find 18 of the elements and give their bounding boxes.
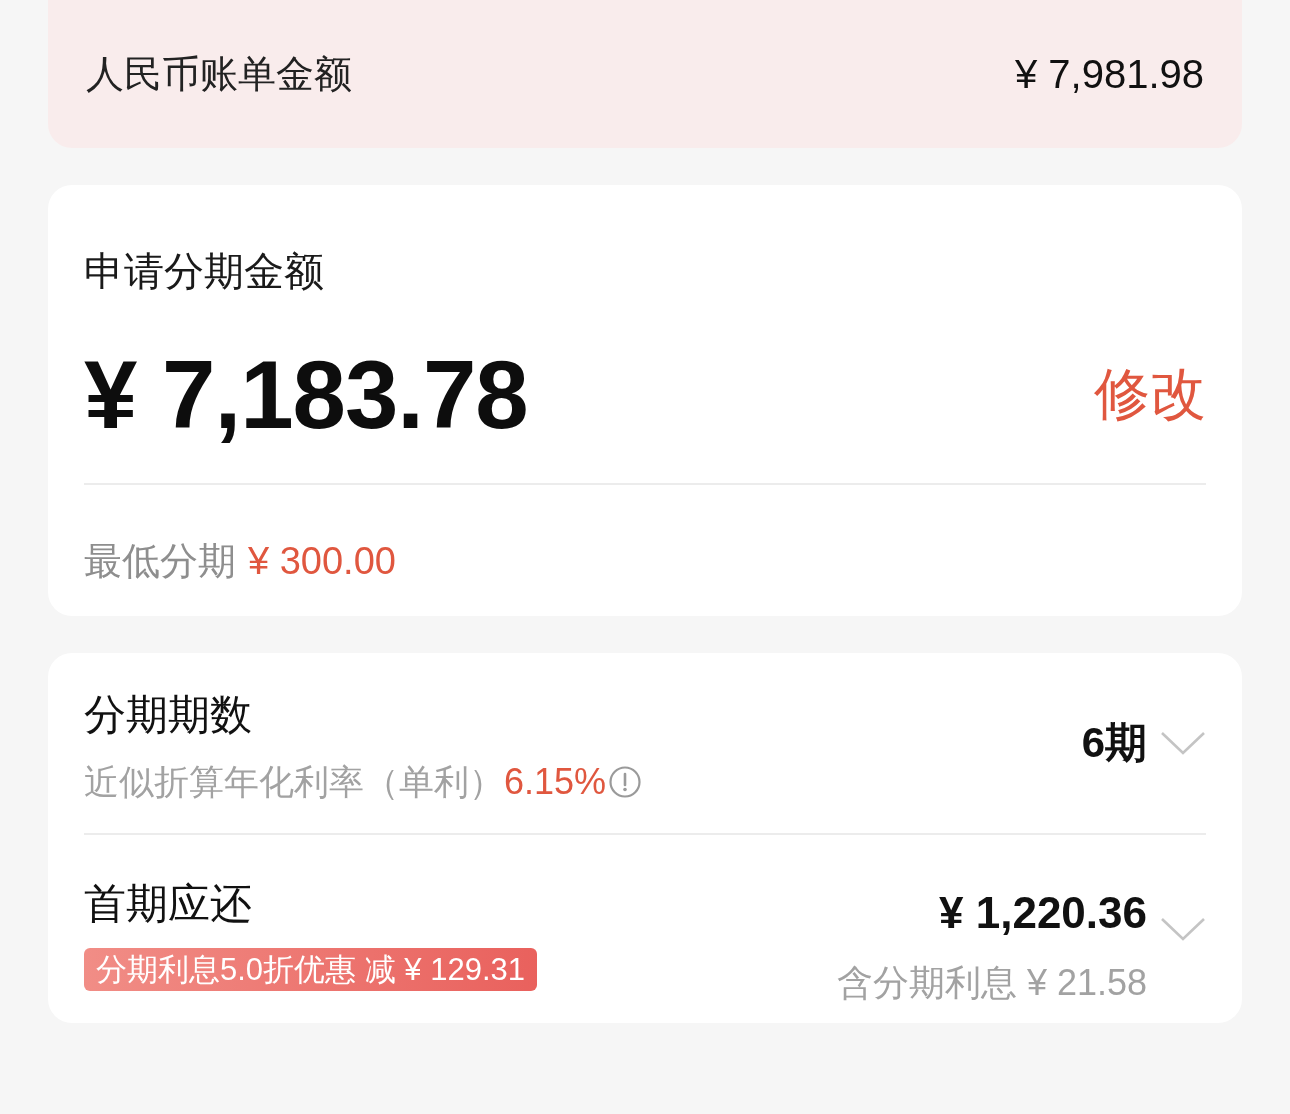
- apply-amount-title: 申请分期金额: [84, 248, 324, 295]
- bill-amount: ¥ 7,981.98: [1014, 51, 1204, 97]
- rate-note: 近似折算年化利率（单利）: [84, 760, 504, 803]
- first-payment-label: 首期应还: [84, 879, 252, 929]
- discount-badge: 分期利息5.0折优惠 减 ¥ 129.31: [84, 948, 537, 991]
- edit-link[interactable]: 修改: [1094, 357, 1206, 433]
- chevron-down-icon: [1160, 730, 1206, 756]
- first-payment-amount: ¥ 1,220.36: [939, 887, 1147, 939]
- term-label: 分期期数: [84, 690, 252, 740]
- term-selector[interactable]: 6期: [1081, 715, 1206, 771]
- chevron-down-icon[interactable]: [1160, 916, 1206, 942]
- apply-amount: ¥ 7,183.78: [84, 340, 528, 450]
- bill-amount-label: 人民币账单金额: [86, 51, 352, 97]
- rate-value: 6.15%: [504, 761, 607, 803]
- minimum-label: 最低分期: [84, 538, 236, 584]
- info-icon[interactable]: [609, 766, 642, 798]
- interest-included-note: 含分期利息 ¥ 21.58: [836, 961, 1147, 1005]
- minimum-amount: ¥ 300.00: [248, 539, 396, 583]
